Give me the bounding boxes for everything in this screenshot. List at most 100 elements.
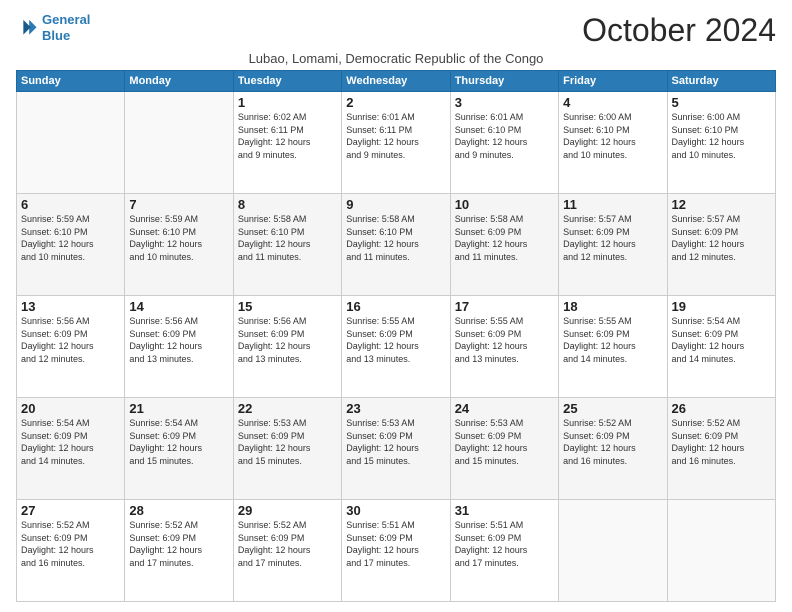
- day-info: Sunrise: 5:55 AM Sunset: 6:09 PM Dayligh…: [455, 315, 554, 365]
- col-tuesday: Tuesday: [233, 71, 341, 92]
- day-info: Sunrise: 5:51 AM Sunset: 6:09 PM Dayligh…: [455, 519, 554, 569]
- table-row: 24Sunrise: 5:53 AM Sunset: 6:09 PM Dayli…: [450, 398, 558, 500]
- table-row: [559, 500, 667, 602]
- day-number: 12: [672, 197, 771, 212]
- table-row: 12Sunrise: 5:57 AM Sunset: 6:09 PM Dayli…: [667, 194, 775, 296]
- day-number: 3: [455, 95, 554, 110]
- day-info: Sunrise: 5:57 AM Sunset: 6:09 PM Dayligh…: [563, 213, 662, 263]
- day-number: 9: [346, 197, 445, 212]
- day-info: Sunrise: 5:56 AM Sunset: 6:09 PM Dayligh…: [21, 315, 120, 365]
- table-row: 17Sunrise: 5:55 AM Sunset: 6:09 PM Dayli…: [450, 296, 558, 398]
- day-info: Sunrise: 6:02 AM Sunset: 6:11 PM Dayligh…: [238, 111, 337, 161]
- table-row: 10Sunrise: 5:58 AM Sunset: 6:09 PM Dayli…: [450, 194, 558, 296]
- day-number: 16: [346, 299, 445, 314]
- day-number: 2: [346, 95, 445, 110]
- table-row: 20Sunrise: 5:54 AM Sunset: 6:09 PM Dayli…: [17, 398, 125, 500]
- day-number: 29: [238, 503, 337, 518]
- table-row: 9Sunrise: 5:58 AM Sunset: 6:10 PM Daylig…: [342, 194, 450, 296]
- day-info: Sunrise: 5:55 AM Sunset: 6:09 PM Dayligh…: [563, 315, 662, 365]
- day-number: 23: [346, 401, 445, 416]
- table-row: [667, 500, 775, 602]
- table-row: 2Sunrise: 6:01 AM Sunset: 6:11 PM Daylig…: [342, 92, 450, 194]
- col-saturday: Saturday: [667, 71, 775, 92]
- calendar-week-row: 27Sunrise: 5:52 AM Sunset: 6:09 PM Dayli…: [17, 500, 776, 602]
- day-info: Sunrise: 5:58 AM Sunset: 6:09 PM Dayligh…: [455, 213, 554, 263]
- day-info: Sunrise: 5:54 AM Sunset: 6:09 PM Dayligh…: [129, 417, 228, 467]
- table-row: 28Sunrise: 5:52 AM Sunset: 6:09 PM Dayli…: [125, 500, 233, 602]
- month-title: October 2024: [582, 12, 776, 49]
- day-number: 30: [346, 503, 445, 518]
- table-row: [125, 92, 233, 194]
- title-section: October 2024: [582, 12, 776, 49]
- day-info: Sunrise: 5:58 AM Sunset: 6:10 PM Dayligh…: [346, 213, 445, 263]
- day-info: Sunrise: 5:55 AM Sunset: 6:09 PM Dayligh…: [346, 315, 445, 365]
- calendar-week-row: 6Sunrise: 5:59 AM Sunset: 6:10 PM Daylig…: [17, 194, 776, 296]
- table-row: 7Sunrise: 5:59 AM Sunset: 6:10 PM Daylig…: [125, 194, 233, 296]
- day-number: 13: [21, 299, 120, 314]
- table-row: 1Sunrise: 6:02 AM Sunset: 6:11 PM Daylig…: [233, 92, 341, 194]
- day-number: 22: [238, 401, 337, 416]
- table-row: 22Sunrise: 5:53 AM Sunset: 6:09 PM Dayli…: [233, 398, 341, 500]
- day-number: 27: [21, 503, 120, 518]
- day-info: Sunrise: 5:52 AM Sunset: 6:09 PM Dayligh…: [129, 519, 228, 569]
- day-info: Sunrise: 5:59 AM Sunset: 6:10 PM Dayligh…: [129, 213, 228, 263]
- day-info: Sunrise: 5:53 AM Sunset: 6:09 PM Dayligh…: [238, 417, 337, 467]
- day-number: 15: [238, 299, 337, 314]
- table-row: 19Sunrise: 5:54 AM Sunset: 6:09 PM Dayli…: [667, 296, 775, 398]
- day-number: 4: [563, 95, 662, 110]
- day-info: Sunrise: 6:00 AM Sunset: 6:10 PM Dayligh…: [672, 111, 771, 161]
- day-number: 24: [455, 401, 554, 416]
- page: General Blue October 2024 Lubao, Lomami,…: [0, 0, 792, 612]
- day-info: Sunrise: 5:59 AM Sunset: 6:10 PM Dayligh…: [21, 213, 120, 263]
- table-row: 5Sunrise: 6:00 AM Sunset: 6:10 PM Daylig…: [667, 92, 775, 194]
- table-row: 31Sunrise: 5:51 AM Sunset: 6:09 PM Dayli…: [450, 500, 558, 602]
- table-row: 11Sunrise: 5:57 AM Sunset: 6:09 PM Dayli…: [559, 194, 667, 296]
- table-row: [17, 92, 125, 194]
- day-info: Sunrise: 5:53 AM Sunset: 6:09 PM Dayligh…: [455, 417, 554, 467]
- table-row: 13Sunrise: 5:56 AM Sunset: 6:09 PM Dayli…: [17, 296, 125, 398]
- logo-icon: [16, 17, 38, 39]
- logo-line2: Blue: [42, 28, 70, 43]
- calendar-week-row: 13Sunrise: 5:56 AM Sunset: 6:09 PM Dayli…: [17, 296, 776, 398]
- day-info: Sunrise: 6:01 AM Sunset: 6:10 PM Dayligh…: [455, 111, 554, 161]
- location-title: Lubao, Lomami, Democratic Republic of th…: [16, 51, 776, 66]
- day-info: Sunrise: 5:54 AM Sunset: 6:09 PM Dayligh…: [21, 417, 120, 467]
- calendar-week-row: 1Sunrise: 6:02 AM Sunset: 6:11 PM Daylig…: [17, 92, 776, 194]
- day-number: 25: [563, 401, 662, 416]
- table-row: 15Sunrise: 5:56 AM Sunset: 6:09 PM Dayli…: [233, 296, 341, 398]
- table-row: 3Sunrise: 6:01 AM Sunset: 6:10 PM Daylig…: [450, 92, 558, 194]
- col-monday: Monday: [125, 71, 233, 92]
- day-info: Sunrise: 5:51 AM Sunset: 6:09 PM Dayligh…: [346, 519, 445, 569]
- col-thursday: Thursday: [450, 71, 558, 92]
- day-number: 11: [563, 197, 662, 212]
- day-number: 21: [129, 401, 228, 416]
- logo-line1: General: [42, 12, 90, 27]
- day-number: 14: [129, 299, 228, 314]
- day-info: Sunrise: 5:52 AM Sunset: 6:09 PM Dayligh…: [21, 519, 120, 569]
- calendar-week-row: 20Sunrise: 5:54 AM Sunset: 6:09 PM Dayli…: [17, 398, 776, 500]
- table-row: 8Sunrise: 5:58 AM Sunset: 6:10 PM Daylig…: [233, 194, 341, 296]
- header: General Blue October 2024: [16, 12, 776, 49]
- day-info: Sunrise: 5:52 AM Sunset: 6:09 PM Dayligh…: [672, 417, 771, 467]
- day-number: 26: [672, 401, 771, 416]
- col-wednesday: Wednesday: [342, 71, 450, 92]
- day-info: Sunrise: 5:56 AM Sunset: 6:09 PM Dayligh…: [129, 315, 228, 365]
- table-row: 30Sunrise: 5:51 AM Sunset: 6:09 PM Dayli…: [342, 500, 450, 602]
- day-info: Sunrise: 5:54 AM Sunset: 6:09 PM Dayligh…: [672, 315, 771, 365]
- table-row: 25Sunrise: 5:52 AM Sunset: 6:09 PM Dayli…: [559, 398, 667, 500]
- day-number: 10: [455, 197, 554, 212]
- day-info: Sunrise: 5:52 AM Sunset: 6:09 PM Dayligh…: [238, 519, 337, 569]
- day-info: Sunrise: 5:53 AM Sunset: 6:09 PM Dayligh…: [346, 417, 445, 467]
- calendar-table: Sunday Monday Tuesday Wednesday Thursday…: [16, 70, 776, 602]
- logo-text: General Blue: [42, 12, 90, 43]
- calendar-header-row: Sunday Monday Tuesday Wednesday Thursday…: [17, 71, 776, 92]
- day-number: 5: [672, 95, 771, 110]
- col-friday: Friday: [559, 71, 667, 92]
- day-number: 31: [455, 503, 554, 518]
- day-number: 1: [238, 95, 337, 110]
- col-sunday: Sunday: [17, 71, 125, 92]
- day-info: Sunrise: 5:57 AM Sunset: 6:09 PM Dayligh…: [672, 213, 771, 263]
- day-number: 17: [455, 299, 554, 314]
- table-row: 18Sunrise: 5:55 AM Sunset: 6:09 PM Dayli…: [559, 296, 667, 398]
- logo: General Blue: [16, 12, 90, 43]
